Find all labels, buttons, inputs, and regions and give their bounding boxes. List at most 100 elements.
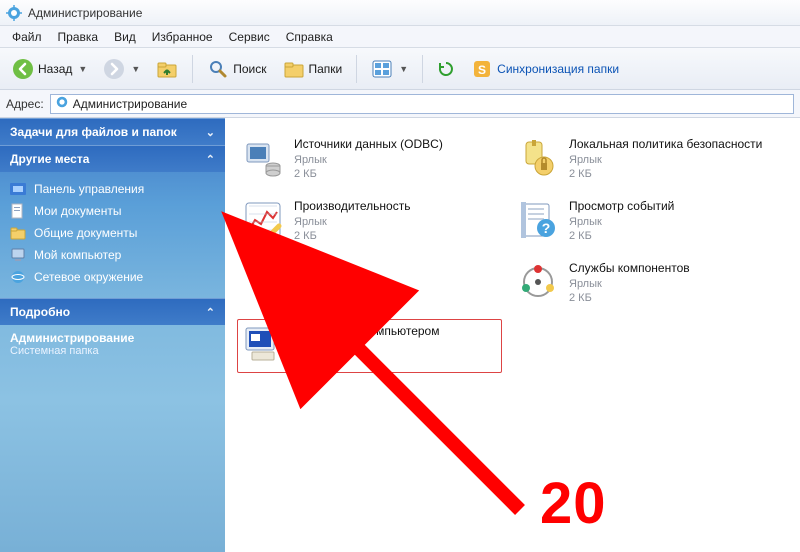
item-name: Локальная политика безопасности bbox=[569, 137, 762, 153]
back-label: Назад bbox=[38, 62, 72, 76]
item-size: 2 КБ bbox=[294, 229, 410, 243]
odbc-icon bbox=[242, 137, 284, 179]
item-size: 2 КБ bbox=[569, 229, 674, 243]
folders-button[interactable]: Папки bbox=[277, 55, 349, 83]
item-type: Ярлык bbox=[294, 215, 410, 229]
item-type: Ярлык bbox=[569, 153, 762, 167]
item-local-security-policy[interactable]: Локальная политика безопасности Ярлык 2 … bbox=[512, 132, 777, 186]
sidebar-item-label: Сетевое окружение bbox=[34, 270, 143, 284]
folder-view[interactable]: Источники данных (ODBC) Ярлык 2 КБ Локал… bbox=[225, 118, 800, 552]
menu-view[interactable]: Вид bbox=[106, 28, 144, 46]
chevron-down-icon: ⌄ bbox=[206, 126, 215, 139]
side-panel: Задачи для файлов и папок ⌄ Другие места… bbox=[0, 118, 225, 552]
group-details-header[interactable]: Подробно ⌃ bbox=[0, 298, 225, 325]
refresh-icon bbox=[437, 60, 455, 78]
computer-management-icon bbox=[242, 324, 284, 366]
forward-button[interactable]: ▼ bbox=[97, 55, 146, 83]
details-block: Администрирование Системная папка bbox=[0, 325, 225, 367]
toolbar-separator bbox=[356, 55, 357, 83]
item-size: 2 КБ bbox=[294, 353, 439, 367]
item-name: Производительность bbox=[294, 199, 410, 215]
group-places-title: Другие места bbox=[10, 152, 89, 166]
admin-tools-icon bbox=[55, 95, 69, 112]
menu-help[interactable]: Справка bbox=[278, 28, 341, 46]
up-button[interactable] bbox=[150, 55, 184, 83]
chevron-up-icon: ⌃ bbox=[206, 306, 215, 319]
chevron-down-icon: ▼ bbox=[78, 64, 87, 74]
window-title: Администрирование bbox=[28, 6, 142, 20]
group-places-header[interactable]: Другие места ⌃ bbox=[0, 145, 225, 172]
item-size: 2 КБ bbox=[294, 167, 443, 181]
sidebar-item-label: Панель управления bbox=[34, 182, 144, 196]
sidebar-item-my-documents[interactable]: Мои документы bbox=[10, 200, 215, 222]
toolbar-separator bbox=[192, 55, 193, 83]
back-button[interactable]: Назад ▼ bbox=[6, 55, 93, 83]
menu-file[interactable]: Файл bbox=[4, 28, 50, 46]
folders-label: Папки bbox=[309, 62, 343, 76]
component-services-icon bbox=[517, 261, 559, 303]
search-button[interactable]: Поиск bbox=[201, 55, 272, 83]
item-grid: Источники данных (ODBC) Ярлык 2 КБ Локал… bbox=[237, 132, 788, 373]
item-component-services[interactable]: Службы компонентов Ярлык 2 КБ bbox=[512, 256, 777, 310]
services-icon bbox=[242, 261, 284, 303]
computer-icon bbox=[10, 247, 26, 263]
svg-text:?: ? bbox=[542, 220, 551, 236]
item-computer-management[interactable]: Управление компьютером Ярлык 2 КБ bbox=[237, 319, 502, 373]
search-icon bbox=[207, 58, 229, 80]
views-button[interactable]: ▼ bbox=[365, 55, 414, 83]
address-field[interactable]: Администрирование bbox=[50, 94, 794, 114]
menu-service[interactable]: Сервис bbox=[221, 28, 278, 46]
item-type: Ярлык bbox=[294, 339, 439, 353]
folder-up-icon bbox=[156, 58, 178, 80]
item-event-viewer[interactable]: ? Просмотр событий Ярлык 2 КБ bbox=[512, 194, 777, 248]
back-icon bbox=[12, 58, 34, 80]
item-size: 2 КБ bbox=[294, 291, 339, 305]
sidebar-item-control-panel[interactable]: Панель управления bbox=[10, 178, 215, 200]
sidebar-item-label: Мой компьютер bbox=[34, 248, 121, 262]
group-tasks-header[interactable]: Задачи для файлов и папок ⌄ bbox=[0, 118, 225, 145]
sync-button[interactable]: S Синхронизация папки bbox=[465, 55, 625, 83]
item-type: Ярлык bbox=[294, 153, 443, 167]
toolbar: Назад ▼ ▼ Поиск Папки ▼ bbox=[0, 48, 800, 90]
security-policy-icon bbox=[517, 137, 559, 179]
item-name: Источники данных (ODBC) bbox=[294, 137, 443, 153]
sidebar-item-my-computer[interactable]: Мой компьютер bbox=[10, 244, 215, 266]
item-name: Просмотр событий bbox=[569, 199, 674, 215]
chevron-down-icon: ▼ bbox=[131, 64, 140, 74]
group-places-body: Панель управления Мои документы Общие до… bbox=[0, 172, 225, 298]
group-details: Подробно ⌃ Администрирование Системная п… bbox=[0, 298, 225, 367]
item-type: Ярлык bbox=[294, 277, 339, 291]
menubar: Файл Правка Вид Избранное Сервис Справка bbox=[0, 26, 800, 48]
item-name: Службы bbox=[294, 261, 339, 277]
address-value: Администрирование bbox=[73, 97, 187, 111]
item-size: 2 КБ bbox=[569, 291, 690, 305]
item-type: Ярлык bbox=[569, 215, 674, 229]
item-services[interactable]: Службы Ярлык 2 КБ bbox=[237, 256, 502, 310]
chevron-down-icon: ▼ bbox=[399, 64, 408, 74]
details-type: Системная папка bbox=[10, 345, 215, 357]
chevron-up-icon: ⌃ bbox=[206, 153, 215, 166]
search-label: Поиск bbox=[233, 62, 266, 76]
group-details-title: Подробно bbox=[10, 305, 70, 319]
addressbar: Адрес: Администрирование bbox=[0, 90, 800, 118]
refresh-button[interactable] bbox=[431, 57, 461, 81]
sync-icon: S bbox=[471, 58, 493, 80]
menu-edit[interactable]: Правка bbox=[50, 28, 107, 46]
forward-icon bbox=[103, 58, 125, 80]
item-performance[interactable]: Производительность Ярлык 2 КБ bbox=[237, 194, 502, 248]
sidebar-item-shared-documents[interactable]: Общие документы bbox=[10, 222, 215, 244]
item-name: Службы компонентов bbox=[569, 261, 690, 277]
item-type: Ярлык bbox=[569, 277, 690, 291]
folder-icon bbox=[10, 225, 26, 241]
address-label: Адрес: bbox=[6, 97, 44, 111]
menu-favorites[interactable]: Избранное bbox=[144, 28, 221, 46]
sidebar-item-label: Мои документы bbox=[34, 204, 121, 218]
sync-label: Синхронизация папки bbox=[497, 62, 619, 76]
titlebar: Администрирование bbox=[0, 0, 800, 26]
sidebar-item-network[interactable]: Сетевое окружение bbox=[10, 266, 215, 288]
item-odbc[interactable]: Источники данных (ODBC) Ярлык 2 КБ bbox=[237, 132, 502, 186]
item-name: Управление компьютером bbox=[294, 324, 439, 340]
group-tasks-title: Задачи для файлов и папок bbox=[10, 125, 177, 139]
event-viewer-icon: ? bbox=[517, 199, 559, 241]
performance-icon bbox=[242, 199, 284, 241]
